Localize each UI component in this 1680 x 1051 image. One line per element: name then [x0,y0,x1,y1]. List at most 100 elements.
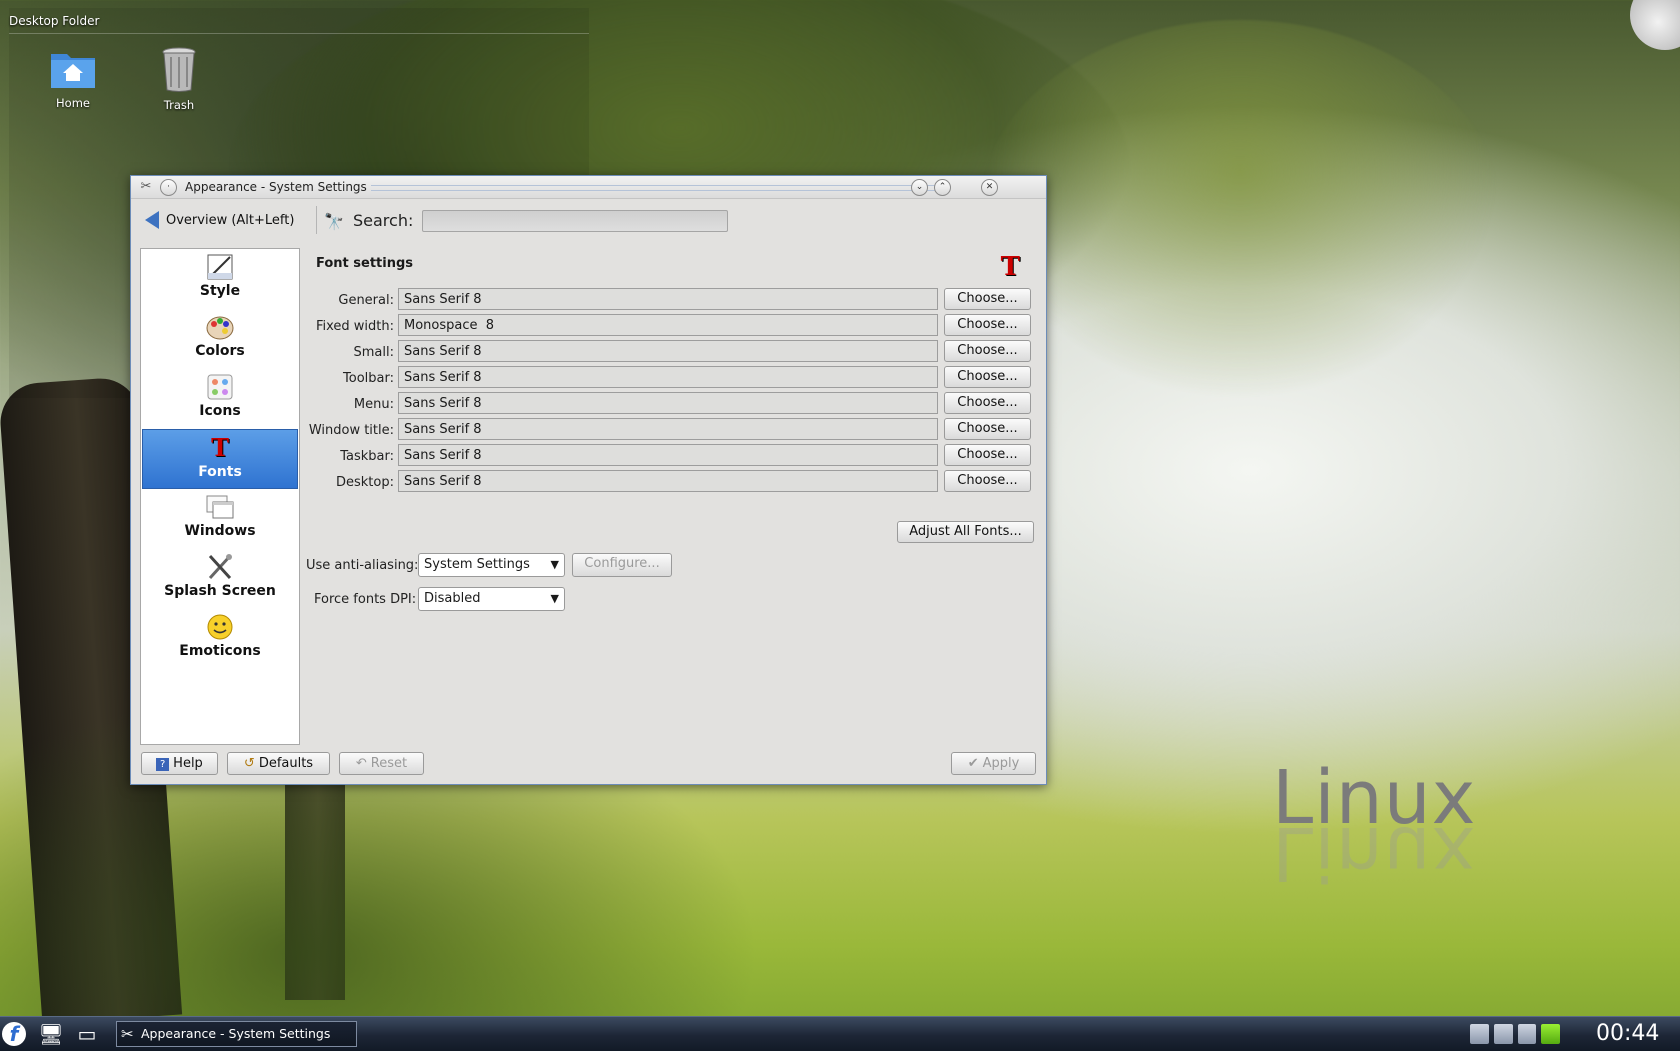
sidebar-item-fonts[interactable]: T Fonts [142,429,298,489]
sidebar-item-label: Emoticons [179,643,261,659]
sidebar-item-colors[interactable]: Colors [142,309,298,369]
desktop-folder-divider [9,33,589,34]
titlebar-stripes [371,185,946,191]
font-value-field: Sans Serif 8 [398,288,938,310]
minimize-button[interactable]: ⌄ [911,179,928,196]
font-row-desktop: Desktop: Sans Serif 8 Choose... [306,470,1034,496]
anti-aliasing-select[interactable]: System Settings ▼ [418,553,565,577]
window-title: Appearance - System Settings [185,180,367,194]
choose-button[interactable]: Choose... [944,314,1031,336]
font-row-label: Small: [353,345,395,360]
desktop-folder-title: Desktop Folder [9,14,100,28]
chevron-down-icon: ▼ [550,558,559,571]
back-arrow-icon [145,211,159,229]
taskbar: f 🖥 ▭ ✂ Appearance - System Settings 00:… [0,1016,1680,1051]
volume-icon[interactable] [1517,1024,1537,1044]
choose-button[interactable]: Choose... [944,418,1031,440]
search-input[interactable] [422,210,728,232]
clock[interactable]: 00:44 [1596,1021,1659,1046]
font-value-field: Sans Serif 8 [398,470,938,492]
trash-icon [159,46,199,92]
style-icon [142,253,298,281]
chevron-down-icon: ▼ [550,592,559,605]
desktop-corner-widget[interactable] [1630,0,1680,50]
sidebar-item-icons[interactable]: Icons [142,369,298,429]
reset-label: Reset [370,756,408,771]
force-dpi-select[interactable]: Disabled ▼ [418,587,565,611]
system-settings-window: ✂ · Appearance - System Settings ⌄ ⌃ ✕ O… [130,175,1047,785]
desktop-icon-label: Home [56,96,90,110]
sidebar-item-label: Icons [199,403,241,419]
sidebar-item-label: Windows [184,523,256,539]
font-row-toolbar: Toolbar: Sans Serif 8 Choose... [306,366,1034,392]
sidebar-item-emoticons[interactable]: Emoticons [142,609,298,669]
sidebar-item-label: Style [199,283,241,299]
battery-icon[interactable] [1541,1024,1560,1044]
font-value-field: Sans Serif 8 [398,418,938,440]
font-value-field: Sans Serif 8 [398,340,938,362]
home-folder-icon [49,46,97,90]
defaults-label: Defaults [258,756,314,771]
font-value-field: Monospace 8 [398,314,938,336]
window-titlebar[interactable]: ✂ · Appearance - System Settings ⌄ ⌃ ✕ [131,176,1046,199]
maximize-button[interactable]: ⌃ [934,179,951,196]
desktop-icon-trash[interactable]: Trash [134,46,224,112]
splash-screen-icon [142,553,298,581]
desktop-icon-home[interactable]: Home [28,46,118,110]
fonts-icon: T [211,433,229,462]
font-value-field: Sans Serif 8 [398,444,938,466]
icons-icon [142,373,298,401]
settings-tools-icon[interactable]: ✂ [138,179,154,195]
configure-button[interactable]: Configure... [572,553,672,577]
choose-button[interactable]: Choose... [944,392,1031,414]
taskbar-task-system-settings[interactable]: ✂ Appearance - System Settings [116,1021,357,1047]
toolbar-separator [316,206,317,234]
sidebar-item-windows[interactable]: Windows [142,489,298,549]
device-notifier-icon[interactable]: 🖥 [38,1022,64,1046]
font-settings-panel: Font settings T General: Sans Serif 8 Ch… [306,248,1034,743]
fonts-header-icon: T [1000,252,1020,282]
wallpaper-foliage [980,20,1500,400]
choose-button[interactable]: Choose... [944,444,1031,466]
apply-button[interactable]: ✔ Apply [951,752,1036,775]
sticky-button[interactable]: · [160,179,177,196]
close-button[interactable]: ✕ [981,179,998,196]
settings-tools-icon: ✂ [121,1025,134,1043]
sidebar-item-label: Splash Screen [164,583,276,599]
font-row-label: Desktop: [336,475,394,490]
choose-button[interactable]: Choose... [944,366,1031,388]
sidebar-item-style[interactable]: Style [142,249,298,309]
clipboard-icon[interactable] [1493,1024,1513,1044]
show-desktop-icon[interactable]: ▭ [74,1022,100,1046]
force-dpi-label: Force fonts DPI: [314,592,417,607]
help-label: Help [173,756,203,771]
help-button[interactable]: ? Help [141,752,218,775]
sidebar-item-splash-screen[interactable]: Splash Screen [142,549,298,609]
choose-button[interactable]: Choose... [944,288,1031,310]
reset-button[interactable]: ↶ Reset [339,752,424,775]
defaults-button[interactable]: ↺ Defaults [227,752,330,775]
colors-icon [142,313,298,341]
overview-button[interactable]: Overview (Alt+Left) [145,208,294,232]
sidebar-item-label: Fonts [198,464,242,480]
fedora-menu-icon[interactable]: f [2,1022,26,1046]
search-label: Search: [353,211,414,230]
font-row-label: Window title: [308,423,394,438]
font-row-taskbar: Taskbar: Sans Serif 8 Choose... [306,444,1034,470]
taskbar-task-label: Appearance - System Settings [141,1026,331,1041]
adjust-all-fonts-button[interactable]: Adjust All Fonts... [897,521,1034,543]
apply-label: Apply [982,756,1020,771]
anti-aliasing-selected: System Settings [424,557,530,572]
choose-button[interactable]: Choose... [944,340,1031,362]
checkmark-icon: ✔ [967,756,979,771]
font-row-menu: Menu: Sans Serif 8 Choose... [306,392,1034,418]
font-row-label: Menu: [353,397,394,412]
font-row-small: Small: Sans Serif 8 Choose... [306,340,1034,366]
font-row-label: Toolbar: [343,371,394,386]
overview-label: Overview (Alt+Left) [166,212,295,228]
font-row-label: Fixed width: [315,319,394,334]
network-icon[interactable] [1470,1024,1489,1044]
font-row-general: General: Sans Serif 8 Choose... [306,288,1034,314]
window-toolbar: Overview (Alt+Left) 🔭 Search: [131,199,1046,239]
choose-button[interactable]: Choose... [944,470,1031,492]
